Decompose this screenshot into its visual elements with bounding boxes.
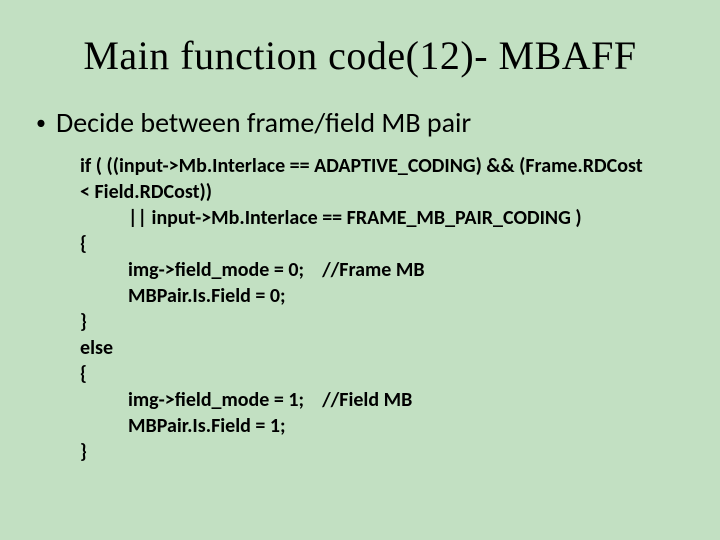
slide-title: Main function code(12)- MBAFF <box>48 32 672 79</box>
code-line: MBPair.Is.Field = 0; <box>80 283 672 309</box>
bullet-item: • Decide between frame/field MB pair <box>36 107 672 139</box>
bullet-marker: • <box>36 107 46 139</box>
code-block: if ( ((input->Mb.Interlace == ADAPTIVE_C… <box>80 153 672 465</box>
code-line: img->field_mode = 0; //Frame MB <box>80 257 672 283</box>
code-line: else <box>80 335 672 361</box>
code-line: { <box>80 231 672 257</box>
code-line: < Field.RDCost)) <box>80 179 672 205</box>
code-line: img->field_mode = 1; //Field MB <box>80 387 672 413</box>
code-line: MBPair.Is.Field = 1; <box>80 413 672 439</box>
code-line: if ( ((input->Mb.Interlace == ADAPTIVE_C… <box>80 153 672 179</box>
code-line: || input->Mb.Interlace == FRAME_MB_PAIR_… <box>80 205 672 231</box>
code-line: { <box>80 361 672 387</box>
bullet-text: Decide between frame/field MB pair <box>56 107 471 139</box>
code-line: } <box>80 309 672 335</box>
code-line: } <box>80 439 672 465</box>
slide: Main function code(12)- MBAFF • Decide b… <box>0 0 720 540</box>
